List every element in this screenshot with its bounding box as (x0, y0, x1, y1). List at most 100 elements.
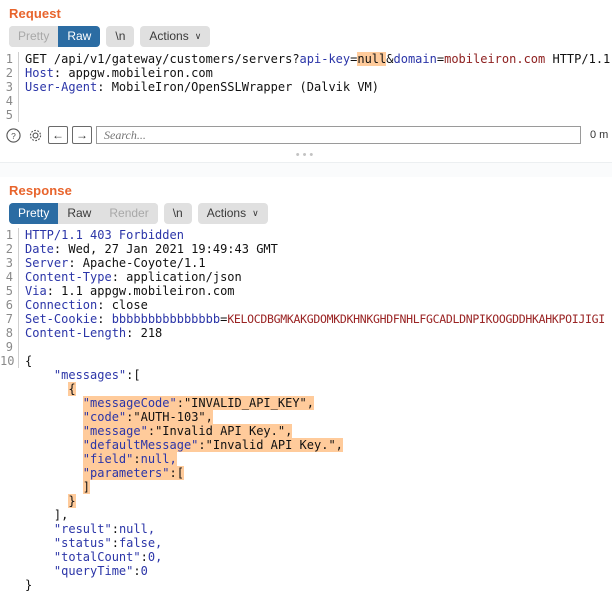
code-token: = (437, 52, 444, 66)
code-token: Host (25, 66, 54, 80)
line-content: } (19, 494, 76, 508)
chevron-down-icon: ∨ (195, 32, 202, 41)
code-line: 9 (0, 340, 612, 354)
panel-divider-band (0, 162, 612, 177)
code-token: /api/v1/gateway/customers/servers? (54, 52, 300, 66)
line-number: 5 (0, 108, 19, 122)
line-number: 1 (0, 228, 19, 242)
code-token: "AUTH-103", (133, 410, 212, 424)
line-number: 10 (0, 354, 19, 368)
code-token (25, 438, 83, 452)
code-line: "queryTime":0 (0, 564, 612, 578)
line-number: 1 (0, 52, 19, 66)
response-tab-pretty[interactable]: Pretty (9, 203, 58, 224)
request-panel-title: Request (0, 0, 612, 21)
code-token: domain (394, 52, 437, 66)
code-token: "Invalid API Key.", (206, 438, 343, 452)
splitter-handle-icon: ••• (296, 150, 317, 161)
code-token: ], (25, 508, 68, 522)
code-line: 3User-Agent: MobileIron/OpenSSLWrapper (… (0, 80, 612, 94)
code-token: & (386, 52, 393, 66)
request-actions-button[interactable]: Actions ∨ (140, 26, 210, 47)
code-token: "messageCode" (83, 396, 177, 410)
request-view-mode-group: Pretty Raw (9, 26, 100, 47)
response-newline-button[interactable]: \n (164, 203, 192, 224)
line-content: ], (19, 508, 68, 522)
code-token: null, (141, 452, 177, 466)
code-token (25, 564, 54, 578)
code-line: ], (0, 508, 612, 522)
line-content: "result":null, (19, 522, 155, 536)
line-content: "message":"Invalid API Key.", (19, 424, 292, 438)
code-token: Via (25, 284, 47, 298)
code-token (25, 410, 83, 424)
code-token: : 218 (126, 326, 162, 340)
line-number: 2 (0, 66, 19, 80)
code-token: "message" (83, 424, 148, 438)
code-token: Date (25, 242, 54, 256)
request-tab-pretty[interactable]: Pretty (9, 26, 58, 47)
code-token: "code" (83, 410, 126, 424)
line-number: 4 (0, 94, 19, 108)
code-line: 5Via: 1.1 appgw.mobileiron.com (0, 284, 612, 298)
code-line: "status":false, (0, 536, 612, 550)
response-lines: 1HTTP/1.1 403 Forbidden2Date: Wed, 27 Ja… (0, 228, 612, 592)
code-token: : close (97, 298, 148, 312)
code-token: : (112, 536, 119, 550)
line-number: 4 (0, 270, 19, 284)
code-token: mobileiron.com (444, 52, 545, 66)
code-token: :[ (126, 368, 140, 382)
gear-icon[interactable] (26, 126, 44, 144)
code-token: bbbbbbbbbbbbbbb (112, 312, 220, 326)
line-number: 9 (0, 340, 19, 354)
find-next-button[interactable]: → (72, 126, 92, 144)
find-bar: ? ← → 0 m (0, 122, 612, 148)
code-token: : Wed, 27 Jan 2021 19:49:43 GMT (54, 242, 278, 256)
code-token: 0, (148, 550, 162, 564)
help-circle-icon[interactable]: ? (4, 126, 22, 144)
line-content: "code":"AUTH-103", (19, 410, 213, 424)
code-line: "parameters":[ (0, 466, 612, 480)
response-tab-render[interactable]: Render (100, 203, 157, 224)
search-input-wrapper[interactable] (96, 126, 581, 144)
code-token: "totalCount" (54, 550, 141, 564)
code-token (25, 424, 83, 438)
code-token (25, 494, 68, 508)
search-input[interactable] (102, 127, 580, 144)
code-token: : Apache-Coyote/1.1 (68, 256, 205, 270)
request-editor[interactable]: 1 GET /api/v1/gateway/customers/servers?a… (0, 51, 612, 122)
code-line: } (0, 578, 612, 592)
code-token: : (133, 564, 140, 578)
code-token: "INVALID_API_KEY", (184, 396, 314, 410)
request-actions-label: Actions (149, 29, 188, 43)
line-content: User-Agent: MobileIron/OpenSSLWrapper (D… (19, 80, 379, 94)
request-newline-button[interactable]: \n (106, 26, 134, 47)
panel-splitter[interactable]: ••• (0, 148, 612, 162)
code-token: GET (25, 52, 54, 66)
line-content: Host: appgw.mobileiron.com (19, 66, 213, 80)
line-content (19, 94, 32, 108)
code-line: "messageCode":"INVALID_API_KEY", (0, 396, 612, 410)
code-line: 4Content-Type: application/json (0, 270, 612, 284)
code-token: : (141, 550, 148, 564)
response-actions-button[interactable]: Actions ∨ (198, 203, 268, 224)
code-token: "queryTime" (54, 564, 133, 578)
request-tab-raw[interactable]: Raw (58, 26, 100, 47)
line-number: 8 (0, 326, 19, 340)
match-count-label: 0 m (585, 129, 612, 141)
code-token: } (68, 494, 75, 508)
response-tab-raw[interactable]: Raw (58, 203, 100, 224)
code-token: : (198, 438, 205, 452)
line-content: ] (19, 480, 90, 494)
code-line: 3Server: Apache-Coyote/1.1 (0, 256, 612, 270)
line-content: } (19, 578, 32, 592)
response-view-mode-group: Pretty Raw Render (9, 203, 158, 224)
find-previous-button[interactable]: ← (48, 126, 68, 144)
code-token: api-key (300, 52, 351, 66)
code-token: null, (119, 522, 155, 536)
response-editor[interactable]: 1HTTP/1.1 403 Forbidden2Date: Wed, 27 Ja… (0, 228, 612, 592)
code-token (25, 368, 54, 382)
code-line: "messages":[ (0, 368, 612, 382)
code-token: "messages" (54, 368, 126, 382)
line-content: { (19, 354, 32, 368)
